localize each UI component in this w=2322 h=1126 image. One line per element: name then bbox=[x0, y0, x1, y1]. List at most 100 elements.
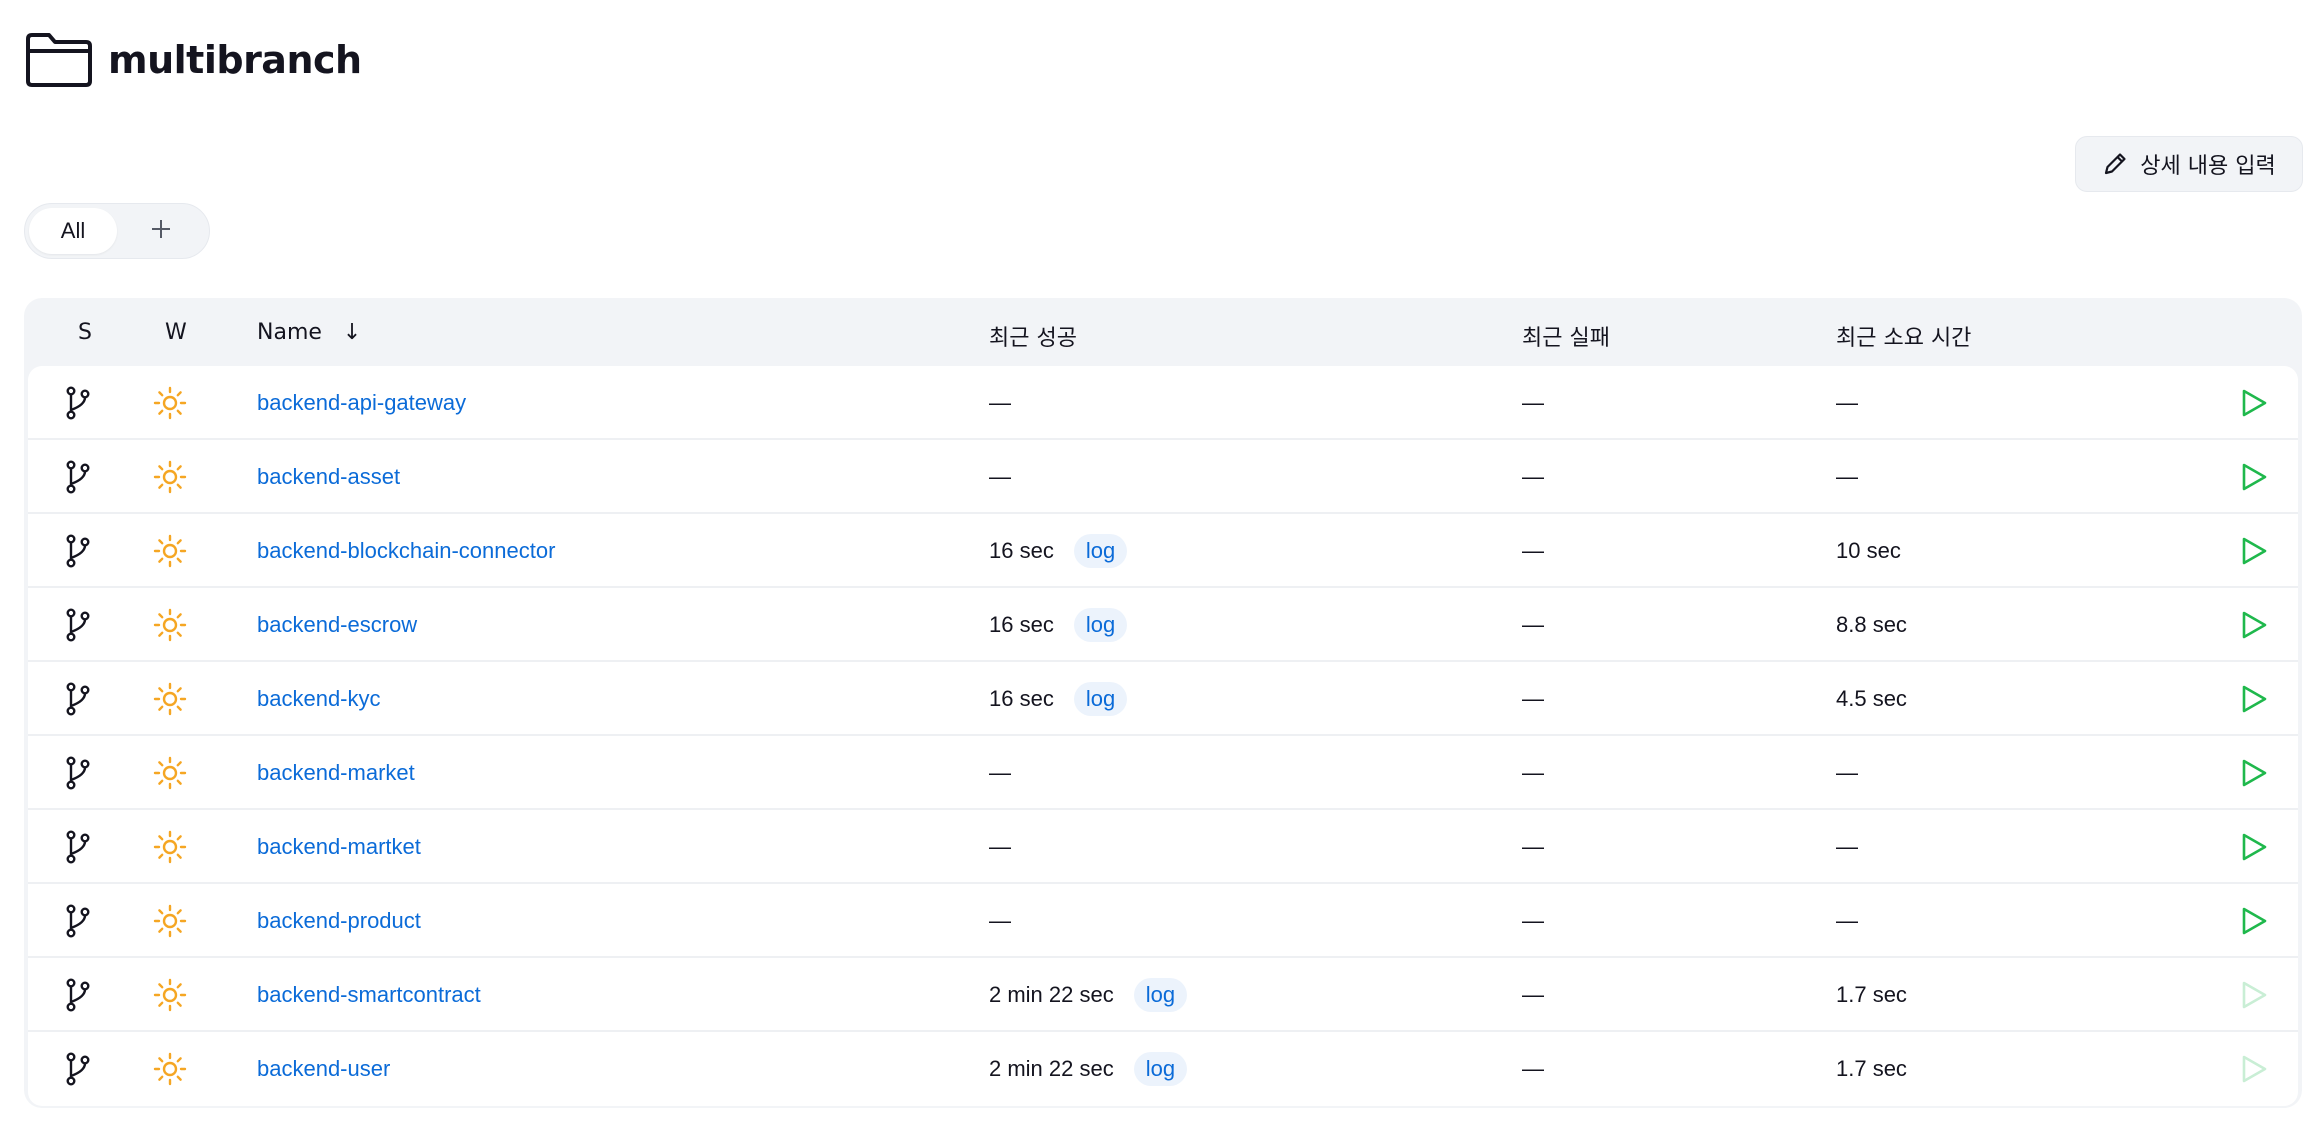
header-name-label: Name bbox=[257, 320, 322, 345]
table-header: S W Name ↓ 최근 성공 최근 실패 최근 소요 시간 bbox=[28, 298, 2298, 366]
folder-icon bbox=[24, 31, 94, 89]
sun-icon bbox=[150, 366, 190, 440]
last-success: 16 sec log bbox=[989, 662, 1128, 736]
last-success: — bbox=[989, 736, 1011, 810]
last-failure: — bbox=[1522, 908, 1544, 933]
branch-icon bbox=[58, 440, 98, 514]
last-failure: — bbox=[1522, 1056, 1544, 1081]
job-name-link[interactable]: backend-escrow bbox=[257, 588, 417, 662]
sun-icon bbox=[150, 810, 190, 884]
last-success-value: 16 sec bbox=[989, 686, 1054, 711]
sun-icon bbox=[150, 1032, 190, 1106]
table-body: backend-api-gateway — — — backend-asset … bbox=[28, 366, 2298, 1106]
branch-icon bbox=[58, 810, 98, 884]
table-row: backend-blockchain-connector 16 sec log … bbox=[28, 514, 2298, 588]
log-link[interactable]: log bbox=[1073, 534, 1128, 568]
last-duration: — bbox=[1836, 464, 1858, 489]
table-row: backend-product — — — bbox=[28, 884, 2298, 958]
job-name-link[interactable]: backend-blockchain-connector bbox=[257, 514, 555, 588]
last-success-value: — bbox=[989, 464, 1011, 489]
last-failure: — bbox=[1522, 834, 1544, 859]
last-failure: — bbox=[1522, 612, 1544, 637]
job-name-link[interactable]: backend-api-gateway bbox=[257, 366, 466, 440]
last-success: 2 min 22 sec log bbox=[989, 958, 1188, 1032]
sun-icon bbox=[150, 736, 190, 810]
sort-arrow-icon: ↓ bbox=[342, 320, 362, 345]
log-link[interactable]: log bbox=[1133, 978, 1188, 1012]
job-name-link[interactable]: backend-market bbox=[257, 736, 415, 810]
header-status[interactable]: S bbox=[78, 320, 92, 345]
last-success-value: — bbox=[989, 908, 1011, 933]
job-name-link[interactable]: backend-asset bbox=[257, 440, 400, 514]
table-row: backend-escrow 16 sec log — 8.8 sec bbox=[28, 588, 2298, 662]
play-icon[interactable] bbox=[2236, 810, 2272, 884]
play-icon[interactable] bbox=[2236, 440, 2272, 514]
tab-all[interactable]: All bbox=[29, 208, 117, 254]
play-icon[interactable] bbox=[2236, 366, 2272, 440]
edit-description-button[interactable]: 상세 내용 입력 bbox=[2075, 136, 2303, 192]
add-view-button[interactable] bbox=[117, 208, 205, 254]
branch-icon bbox=[58, 736, 98, 810]
play-icon[interactable] bbox=[2236, 662, 2272, 736]
last-success-value: 16 sec bbox=[989, 538, 1054, 563]
last-failure: — bbox=[1522, 760, 1544, 785]
log-link[interactable]: log bbox=[1073, 682, 1128, 716]
header-weather[interactable]: W bbox=[165, 320, 187, 345]
sun-icon bbox=[150, 440, 190, 514]
last-success: 16 sec log bbox=[989, 588, 1128, 662]
job-name-link[interactable]: backend-kyc bbox=[257, 662, 381, 736]
last-duration: 4.5 sec bbox=[1836, 686, 1907, 711]
sun-icon bbox=[150, 588, 190, 662]
last-success-value: 2 min 22 sec bbox=[989, 982, 1114, 1007]
last-success-value: 16 sec bbox=[989, 612, 1054, 637]
table-row: backend-kyc 16 sec log — 4.5 sec bbox=[28, 662, 2298, 736]
play-icon[interactable] bbox=[2236, 514, 2272, 588]
branch-icon bbox=[58, 1032, 98, 1106]
last-success: — bbox=[989, 810, 1011, 884]
play-icon[interactable] bbox=[2236, 736, 2272, 810]
last-success-value: 2 min 22 sec bbox=[989, 1056, 1114, 1081]
plus-icon bbox=[150, 218, 172, 245]
last-success: — bbox=[989, 440, 1011, 514]
sun-icon bbox=[150, 884, 190, 958]
last-failure: — bbox=[1522, 464, 1544, 489]
header-last-duration[interactable]: 최근 소요 시간 bbox=[1836, 320, 1971, 352]
job-name-link[interactable]: backend-product bbox=[257, 884, 421, 958]
last-success-value: — bbox=[989, 760, 1011, 785]
last-duration: — bbox=[1836, 908, 1858, 933]
table-row: backend-martket — — — bbox=[28, 810, 2298, 884]
play-icon bbox=[2236, 958, 2272, 1032]
last-duration: 1.7 sec bbox=[1836, 1056, 1907, 1081]
last-duration: 1.7 sec bbox=[1836, 982, 1907, 1007]
last-failure: — bbox=[1522, 982, 1544, 1007]
last-success-value: — bbox=[989, 834, 1011, 859]
last-duration: — bbox=[1836, 834, 1858, 859]
branch-icon bbox=[58, 366, 98, 440]
branch-icon bbox=[58, 588, 98, 662]
play-icon[interactable] bbox=[2236, 588, 2272, 662]
log-link[interactable]: log bbox=[1133, 1052, 1188, 1086]
sun-icon bbox=[150, 514, 190, 588]
log-link[interactable]: log bbox=[1073, 608, 1128, 642]
last-success: 16 sec log bbox=[989, 514, 1128, 588]
header-last-success[interactable]: 최근 성공 bbox=[989, 320, 1077, 352]
last-duration: 10 sec bbox=[1836, 538, 1901, 563]
table-row: backend-market — — — bbox=[28, 736, 2298, 810]
last-duration: 8.8 sec bbox=[1836, 612, 1907, 637]
job-name-link[interactable]: backend-smartcontract bbox=[257, 958, 481, 1032]
header-last-failure[interactable]: 최근 실패 bbox=[1522, 320, 1610, 352]
job-name-link[interactable]: backend-user bbox=[257, 1032, 390, 1106]
job-name-link[interactable]: backend-martket bbox=[257, 810, 421, 884]
sun-icon bbox=[150, 958, 190, 1032]
last-failure: — bbox=[1522, 390, 1544, 415]
last-failure: — bbox=[1522, 538, 1544, 563]
branch-icon bbox=[58, 662, 98, 736]
edit-description-label: 상세 내용 입력 bbox=[2140, 154, 2276, 179]
play-icon[interactable] bbox=[2236, 884, 2272, 958]
last-failure: — bbox=[1522, 686, 1544, 711]
last-success: — bbox=[989, 366, 1011, 440]
header-name[interactable]: Name ↓ bbox=[257, 320, 361, 345]
jobs-table: S W Name ↓ 최근 성공 최근 실패 최근 소요 시간 backend-… bbox=[24, 298, 2302, 1108]
last-success: — bbox=[989, 884, 1011, 958]
view-tabs: All bbox=[24, 203, 210, 259]
